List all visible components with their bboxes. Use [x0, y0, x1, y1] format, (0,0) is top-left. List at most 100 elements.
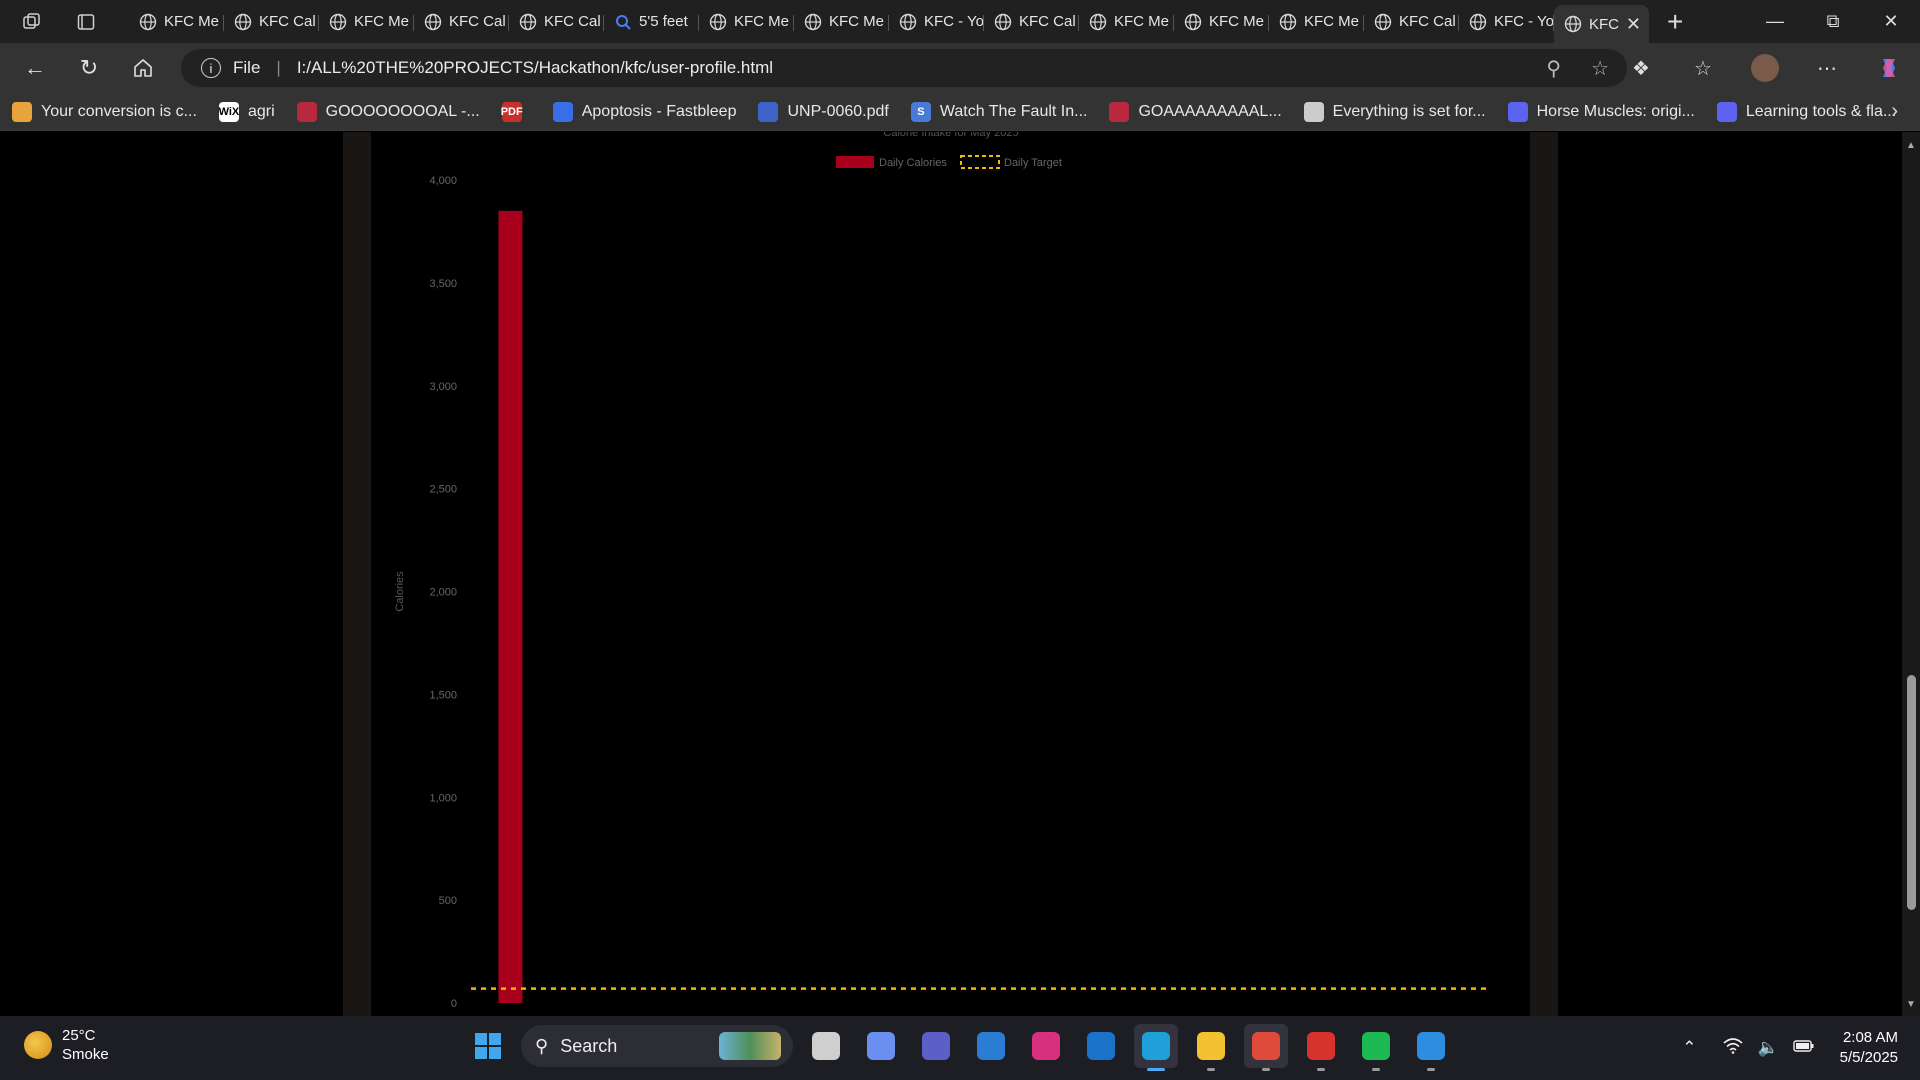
browser-tab[interactable]: KFC Me [319, 5, 414, 39]
site-info-icon[interactable]: i [201, 58, 221, 78]
vscode-icon[interactable] [1409, 1024, 1453, 1071]
outlook-glyph [1087, 1032, 1115, 1060]
minimize-button[interactable]: — [1746, 0, 1804, 43]
bookmark-label: UNP-0060.pdf [787, 102, 889, 120]
workspaces-icon[interactable] [17, 7, 47, 37]
bookmark-item[interactable]: Apoptosis - Fastbleep [552, 101, 736, 122]
wifi-icon[interactable] [1723, 1037, 1743, 1059]
copilot-sidebar-icon[interactable] [1858, 56, 1920, 80]
search-icon: ⚲ [535, 1035, 549, 1056]
extensions-icon[interactable]: ❖ [1610, 56, 1672, 81]
tab-close-icon[interactable]: ✕ [1626, 14, 1641, 35]
show-hidden-icons-chevron-icon[interactable]: ⌃ [1682, 1038, 1696, 1058]
new-tab-button[interactable]: + [1667, 6, 1683, 38]
tab-label: 5'5 feet [639, 13, 688, 30]
home-button[interactable] [116, 48, 170, 88]
battery-icon[interactable] [1792, 1038, 1815, 1058]
card-border-left [343, 132, 371, 1016]
bookmark-item[interactable]: GOAAAAAAAAAL... [1109, 101, 1282, 122]
browser-tab[interactable]: KFC Me [1079, 5, 1174, 39]
restore-button[interactable]: ⧉ [1804, 0, 1862, 43]
running-indicator [1262, 1068, 1270, 1071]
bookmark-item[interactable]: Your conversion is c... [12, 101, 197, 122]
spotify-icon[interactable] [1354, 1024, 1398, 1071]
teams-icon[interactable] [914, 1024, 958, 1068]
tab-label: KFC Me [1304, 13, 1360, 30]
store-icon[interactable] [969, 1024, 1013, 1068]
bookmark-item[interactable]: Learning tools & fla... [1716, 101, 1896, 122]
legend-swatch-daily-target [960, 155, 1000, 169]
tab-list: KFC Me KFC Cal KFC Me KFC Cal KFC Cal 5'5 fee… [129, 0, 1649, 43]
tab-label: KFC - Yo [1494, 13, 1554, 30]
weather-widget[interactable]: 25°C Smoke [24, 1026, 109, 1064]
tab-actions-icon[interactable] [71, 7, 101, 37]
bookmark-label: Everything is set for... [1332, 102, 1486, 120]
clock-date: 5/5/2025 [1839, 1049, 1898, 1066]
zoom-out-icon[interactable]: ⚲ [1546, 56, 1561, 81]
wps-office-glyph [1307, 1032, 1335, 1060]
browser-tab[interactable]: 5'5 feet [604, 5, 699, 39]
scroll-down-arrow-icon[interactable]: ▼ [1906, 999, 1916, 1010]
browser-tab[interactable]: KFC Cal [1364, 5, 1459, 39]
running-indicator [1147, 1068, 1165, 1071]
browser-tab[interactable]: KFC Me [1269, 5, 1364, 39]
address-url: I:/ALL%20THE%20PROJECTS/Hackathon/kfc/us… [296, 58, 774, 77]
tab-active[interactable]: KFC ✕ [1554, 5, 1649, 43]
instagram-icon[interactable] [1024, 1024, 1068, 1068]
start-button[interactable] [466, 1024, 510, 1068]
running-indicator [1207, 1068, 1215, 1071]
volume-icon[interactable]: 🔈 [1757, 1038, 1778, 1058]
wps-office-icon[interactable] [1299, 1024, 1343, 1071]
back-button[interactable]: ← [8, 48, 62, 88]
copilot-icon[interactable] [859, 1024, 903, 1068]
globe-icon [1469, 13, 1487, 30]
browser-tab[interactable]: KFC - Yo [1459, 5, 1554, 39]
profile-avatar[interactable] [1751, 54, 1779, 82]
close-window-button[interactable]: ✕ [1862, 0, 1920, 43]
calorie-bar [498, 210, 523, 1004]
calorie-chart: Calorie Intake for May 2025 Daily Calorie… [394, 132, 1491, 1010]
browser-tab[interactable]: KFC Cal [414, 5, 509, 39]
bookmark-item[interactable]: Everything is set for... [1303, 101, 1486, 122]
refresh-button[interactable]: ↻ [62, 48, 116, 88]
globe-icon [804, 13, 822, 30]
address-separator: | [276, 58, 281, 77]
bookmark-item[interactable]: UNP-0060.pdf [758, 101, 889, 122]
edge-icon[interactable] [1134, 1024, 1178, 1071]
system-tray: ⌃ 🔈 2:08 AM 5/5/2025 [1675, 1016, 1920, 1080]
bookmarks-overflow-chevron-icon[interactable]: › [1891, 100, 1898, 123]
scroll-up-arrow-icon[interactable]: ▲ [1906, 140, 1916, 151]
bookmark-item[interactable]: PDF [501, 101, 531, 122]
tab-label: KFC Cal [449, 13, 506, 30]
address-bar[interactable]: i File | I:/ALL%20THE%20PROJECTS/Hackath… [181, 49, 1627, 87]
taskbar-clock[interactable]: 2:08 AM 5/5/2025 [1840, 1028, 1898, 1068]
page-scrollbar[interactable]: ▲ ▼ [1902, 132, 1920, 1016]
tab-label: KFC [1589, 15, 1619, 33]
browser-tab[interactable]: KFC Me [699, 5, 794, 39]
y-tick-label: 2,500 [429, 484, 457, 496]
scrollbar-thumb[interactable] [1907, 675, 1916, 910]
favorite-star-icon[interactable]: ☆ [1591, 56, 1609, 81]
outlook-icon[interactable] [1079, 1024, 1123, 1068]
browser-tab[interactable]: KFC - Yo [889, 5, 984, 39]
taskbar-search-box[interactable]: ⚲ Search [521, 1025, 793, 1067]
more-menu-icon[interactable]: ⋯ [1796, 56, 1858, 81]
task-view-icon[interactable] [804, 1024, 848, 1068]
browser-tab[interactable]: KFC Me [794, 5, 889, 39]
tab-label: KFC Me [354, 13, 410, 30]
browser-tab[interactable]: KFC Cal [509, 5, 604, 39]
bookmark-item[interactable]: S Watch The Fault In... [910, 101, 1087, 122]
browser-tab[interactable]: KFC Me [1174, 5, 1269, 39]
file-explorer-icon[interactable] [1189, 1024, 1233, 1071]
browser-tab[interactable]: KFC Cal [984, 5, 1079, 39]
chrome-icon[interactable] [1244, 1024, 1288, 1071]
browser-tab[interactable]: KFC Me [129, 5, 224, 39]
bookmark-item[interactable]: WiX agri [219, 101, 275, 122]
globe-icon [994, 13, 1012, 30]
favorites-icon[interactable]: ☆ [1672, 56, 1734, 81]
bookmark-favicon-icon [296, 101, 317, 122]
bookmark-item[interactable]: Horse Muscles: origi... [1507, 101, 1695, 122]
window-controls: — ⧉ ✕ [1746, 0, 1920, 43]
browser-tab[interactable]: KFC Cal [224, 5, 319, 39]
bookmark-item[interactable]: GOOOOOOOOAL -... [296, 101, 480, 122]
